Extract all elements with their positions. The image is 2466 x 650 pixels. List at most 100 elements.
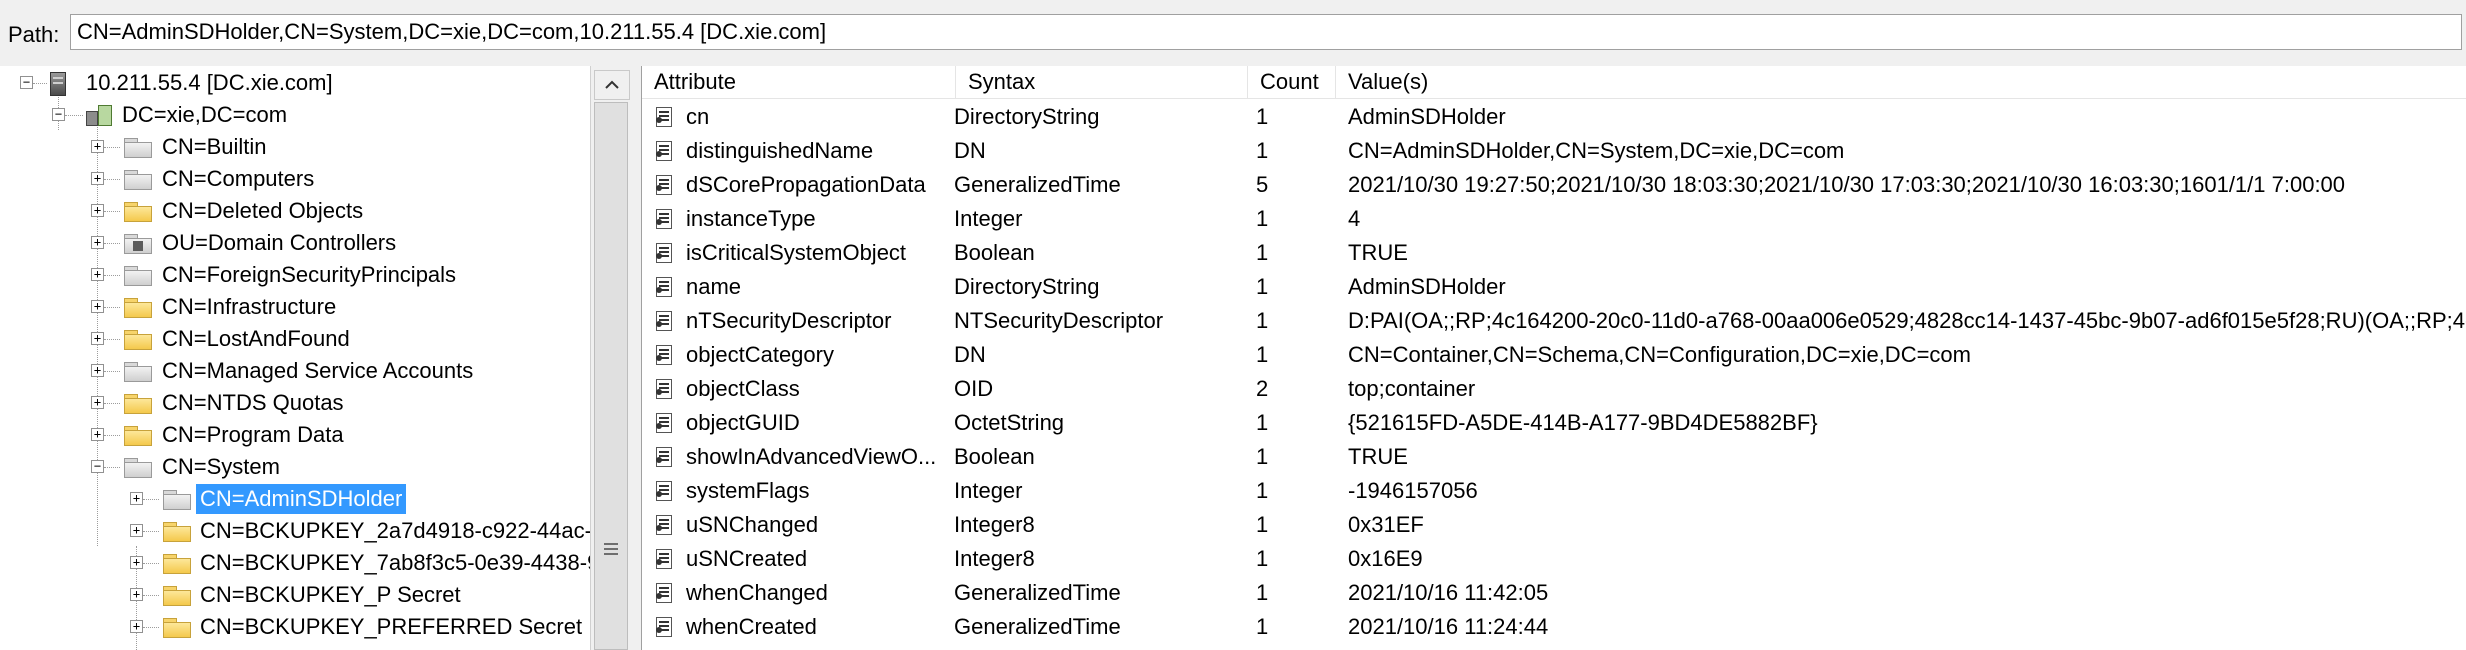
tree-item-program-data[interactable]: + CN=Program Data [0,419,590,451]
scroll-up-button[interactable] [594,70,630,100]
chevron-up-icon [605,80,619,89]
attribute-count: 1 [1256,444,1269,469]
attribute-value: AdminSDHolder [1348,274,1506,299]
tree-item-bckupkey-2[interactable]: + CN=BCKUPKEY_7ab8f3c5-0e39-4438-97 [0,547,590,579]
attribute-count: 1 [1256,342,1269,367]
attribute-row[interactable]: whenCreated GeneralizedTime 1 2021/10/16… [642,610,2466,644]
tree-node-domain[interactable]: − DC=xie,DC=com [0,99,590,131]
attribute-name: showInAdvancedViewO... [686,444,937,469]
expand-icon[interactable]: + [91,396,104,409]
expand-icon[interactable]: + [91,428,104,441]
attribute-icon [656,141,672,161]
attribute-row[interactable]: cn DirectoryString 1 AdminSDHolder [642,100,2466,134]
attribute-syntax: Integer [954,206,1023,231]
expand-icon[interactable]: + [91,140,104,153]
column-header-attribute[interactable]: Attribute [642,66,956,98]
tree-label: CN=ForeignSecurityPrincipals [162,262,457,287]
expand-icon[interactable]: + [130,556,143,569]
attribute-row[interactable]: uSNCreated Integer8 1 0x16E9 [642,542,2466,576]
attribute-value: top;container [1348,376,1476,401]
pane-splitter[interactable] [633,66,641,650]
attribute-syntax: Boolean [954,240,1035,265]
attribute-icon [656,515,672,535]
tree-view[interactable]: − 10.211.55.4 [DC.xie.com] − DC=xie,DC=c… [0,66,591,650]
attribute-row[interactable]: systemFlags Integer 1 -1946157056 [642,474,2466,508]
attribute-name: objectClass [686,376,800,401]
tree-item-ntds-quotas[interactable]: + CN=NTDS Quotas [0,387,590,419]
tree-item-system[interactable]: − CN=System [0,451,590,483]
expand-icon[interactable]: + [91,300,104,313]
grey-folder-icon [124,266,152,286]
attribute-name: uSNChanged [686,512,819,537]
attribute-value: CN=AdminSDHolder,CN=System,DC=xie,DC=com [1348,138,1845,163]
attribute-list[interactable]: Attribute Syntax Count Value(s) cn Direc… [641,66,2466,650]
tree-item-deleted-objects[interactable]: + CN=Deleted Objects [0,195,590,227]
expand-icon[interactable]: + [91,268,104,281]
tree-item-bckupkey-p-secret[interactable]: + CN=BCKUPKEY_P Secret [0,579,590,611]
tree-item-builtin[interactable]: + CN=Builtin [0,131,590,163]
attribute-name: dSCorePropagationData [686,172,926,197]
tree-label-domain: DC=xie,DC=com [122,102,288,127]
attribute-icon [656,209,672,229]
attribute-syntax: GeneralizedTime [954,172,1121,197]
tree-item-infrastructure[interactable]: + CN=Infrastructure [0,291,590,323]
expand-icon[interactable]: + [91,236,104,249]
attribute-row[interactable]: whenChanged GeneralizedTime 1 2021/10/16… [642,576,2466,610]
attribute-value: TRUE [1348,240,1408,265]
folder-icon [163,522,191,542]
attribute-row[interactable]: instanceType Integer 1 4 [642,202,2466,236]
attribute-row[interactable]: name DirectoryString 1 AdminSDHolder [642,270,2466,304]
tree-label: CN=System [162,454,280,479]
expand-icon[interactable]: + [91,172,104,185]
attribute-value: AdminSDHolder [1348,104,1506,129]
attribute-row[interactable]: nTSecurityDescriptor NTSecurityDescripto… [642,304,2466,338]
attribute-row[interactable]: objectClass OID 2 top;container [642,372,2466,406]
tree-item-managed-service-accounts[interactable]: + CN=Managed Service Accounts [0,355,590,387]
attribute-value: {521615FD-A5DE-414B-A177-9BD4DE5882BF} [1348,410,1818,435]
expand-icon[interactable]: + [130,524,143,537]
tree-item-domain-controllers[interactable]: + OU=Domain Controllers [0,227,590,259]
expand-icon[interactable]: + [130,492,143,505]
column-header-syntax[interactable]: Syntax [956,66,1248,98]
attribute-row[interactable]: uSNChanged Integer8 1 0x31EF [642,508,2466,542]
attribute-row[interactable]: dSCorePropagationData GeneralizedTime 5 … [642,168,2466,202]
attribute-name: systemFlags [686,478,810,503]
tree-item-admin-sd-holder[interactable]: + CN=AdminSDHolder [0,483,590,515]
tree-label: CN=BCKUPKEY_P Secret [200,582,461,607]
expand-icon[interactable]: + [91,332,104,345]
tree-item-bckupkey-1[interactable]: + CN=BCKUPKEY_2a7d4918-c922-44ac-86 [0,515,590,547]
tree-label: CN=Program Data [162,422,344,447]
expand-icon[interactable]: + [91,204,104,217]
attribute-list-header: Attribute Syntax Count Value(s) [642,66,2466,99]
folder-icon [124,426,152,446]
tree-label: CN=NTDS Quotas [162,390,344,415]
expand-icon[interactable]: + [130,620,143,633]
attribute-icon [656,243,672,263]
tree-scrollbar[interactable] [590,66,633,650]
attribute-row[interactable]: isCriticalSystemObject Boolean 1 TRUE [642,236,2466,270]
column-header-count[interactable]: Count [1248,66,1336,98]
server-icon [50,72,66,96]
column-header-values[interactable]: Value(s) [1336,66,2466,98]
tree-item-foreign-security-principals[interactable]: + CN=ForeignSecurityPrincipals [0,259,590,291]
collapse-icon[interactable]: − [52,108,65,121]
tree-node-server[interactable]: − 10.211.55.4 [DC.xie.com] [0,67,590,99]
tree-item-lost-and-found[interactable]: + CN=LostAndFound [0,323,590,355]
attribute-syntax: Boolean [954,444,1035,469]
collapse-icon[interactable]: − [20,76,33,89]
attribute-syntax: DirectoryString [954,274,1100,299]
collapse-icon[interactable]: − [91,460,104,473]
expand-icon[interactable]: + [91,364,104,377]
attribute-name: nTSecurityDescriptor [686,308,892,333]
tree-item-computers[interactable]: + CN=Computers [0,163,590,195]
attribute-syntax: Integer [954,478,1023,503]
path-field[interactable]: CN=AdminSDHolder,CN=System,DC=xie,DC=com… [70,14,2462,50]
attribute-row[interactable]: distinguishedName DN 1 CN=AdminSDHolder,… [642,134,2466,168]
grey-folder-icon [124,170,152,190]
attribute-row[interactable]: objectGUID OctetString 1 {521615FD-A5DE-… [642,406,2466,440]
tree-item-bckupkey-preferred-secret[interactable]: + CN=BCKUPKEY_PREFERRED Secret [0,611,590,643]
expand-icon[interactable]: + [130,588,143,601]
attribute-row[interactable]: showInAdvancedViewO... Boolean 1 TRUE [642,440,2466,474]
attribute-row[interactable]: objectCategory DN 1 CN=Container,CN=Sche… [642,338,2466,372]
scroll-thumb[interactable] [594,102,628,650]
